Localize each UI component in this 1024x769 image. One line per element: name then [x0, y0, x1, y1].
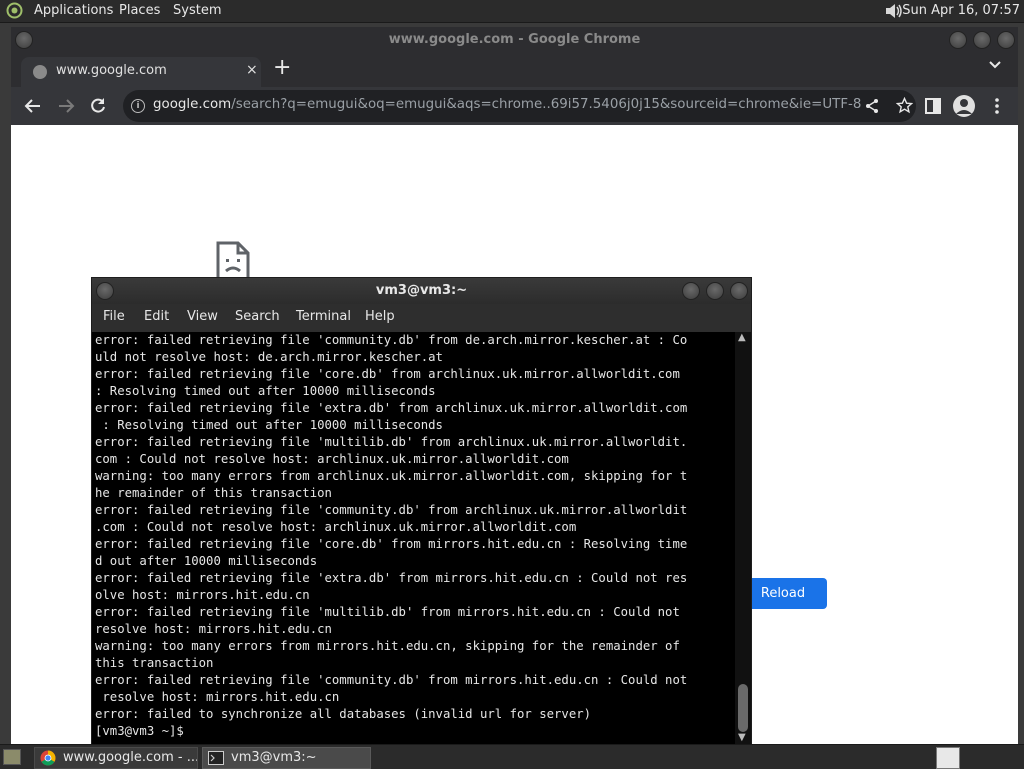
globe-icon [33, 65, 47, 79]
tab-google[interactable]: www.google.com × [21, 57, 261, 87]
terminal-titlebar[interactable]: vm3@vm3:~ [92, 278, 751, 304]
taskbar-item-chrome[interactable]: www.google.com - ... [34, 747, 198, 769]
taskbar: www.google.com - ... vm3@vm3:~ [0, 744, 1024, 769]
tab-strip: www.google.com × + [11, 53, 1018, 87]
applications-menu[interactable]: Applications [34, 3, 113, 18]
url-host: google.com [153, 97, 232, 112]
chrome-window-title: www.google.com - Google Chrome [388, 32, 641, 47]
taskbar-item-label: vm3@vm3:~ [231, 750, 317, 765]
taskbar-item-label: www.google.com - ... [63, 750, 198, 765]
terminal-icon [208, 751, 224, 765]
reload-icon[interactable] [89, 97, 107, 115]
menu-edit[interactable]: Edit [144, 309, 169, 324]
sad-page-icon [216, 241, 250, 281]
chrome-titlebar[interactable]: www.google.com - Google Chrome [11, 27, 1018, 53]
workspace-switcher[interactable] [936, 747, 960, 769]
menu-view[interactable]: View [187, 309, 218, 324]
close-icon[interactable] [730, 282, 748, 300]
terminal-scrollbar[interactable]: ▲ ▼ [735, 332, 751, 744]
distro-logo-icon[interactable] [6, 2, 23, 19]
profile-avatar[interactable] [953, 95, 975, 117]
terminal-menubar: File Edit View Search Terminal Help [92, 304, 751, 332]
volume-icon[interactable] [884, 2, 904, 20]
person-icon [956, 99, 972, 114]
bookmark-star-icon[interactable] [896, 97, 913, 114]
maximize-icon[interactable] [973, 31, 991, 49]
minimize-icon[interactable] [949, 31, 967, 49]
chevron-down-icon[interactable] [988, 60, 1002, 70]
places-menu[interactable]: Places [119, 3, 160, 18]
maximize-icon[interactable] [706, 282, 724, 300]
scroll-thumb[interactable] [738, 684, 748, 732]
system-menu[interactable]: System [173, 3, 221, 18]
forward-arrow-icon[interactable] [57, 97, 75, 115]
close-icon[interactable] [997, 31, 1015, 49]
taskbar-item-terminal[interactable]: vm3@vm3:~ [202, 747, 371, 769]
info-icon[interactable]: i [131, 99, 145, 113]
menu-help[interactable]: Help [365, 309, 395, 324]
new-tab-button[interactable]: + [273, 55, 291, 80]
menu-search[interactable]: Search [235, 309, 280, 324]
chrome-icon [40, 750, 56, 766]
reload-button[interactable]: Reload [739, 578, 827, 609]
chrome-toolbar: i google.com/search?q=emugui&oq=emugui&a… [11, 87, 1018, 125]
more-vert-icon[interactable] [994, 98, 1000, 114]
top-panel: Applications Places System Sun Apr 16, 0… [0, 0, 1024, 23]
url-path: /search?q=emugui&oq=emugui&aqs=chrome..6… [231, 97, 862, 112]
terminal-output: error: failed retrieving file 'community… [95, 333, 688, 738]
address-bar[interactable]: i google.com/search?q=emugui&oq=emugui&a… [123, 90, 916, 122]
terminal-window-title: vm3@vm3:~ [375, 283, 468, 298]
terminal-output-area[interactable]: error: failed retrieving file 'community… [92, 332, 735, 744]
show-desktop-icon[interactable] [3, 749, 21, 765]
url-text[interactable]: google.com/search?q=emugui&oq=emugui&aqs… [153, 97, 861, 112]
scroll-down-arrow-icon[interactable]: ▼ [738, 732, 746, 743]
scroll-up-arrow-icon[interactable]: ▲ [738, 332, 746, 343]
clock[interactable]: Sun Apr 16, 07:57 [902, 3, 1020, 18]
side-panel-icon[interactable] [925, 98, 941, 114]
menu-file[interactable]: File [103, 309, 125, 324]
terminal-window: vm3@vm3:~ File Edit View Search Terminal… [91, 277, 752, 745]
menu-terminal[interactable]: Terminal [296, 309, 351, 324]
minimize-icon[interactable] [682, 282, 700, 300]
tab-close-icon[interactable]: × [246, 62, 258, 78]
share-icon[interactable] [864, 98, 880, 114]
tab-title: www.google.com [56, 63, 167, 78]
back-arrow-icon[interactable] [24, 97, 42, 115]
